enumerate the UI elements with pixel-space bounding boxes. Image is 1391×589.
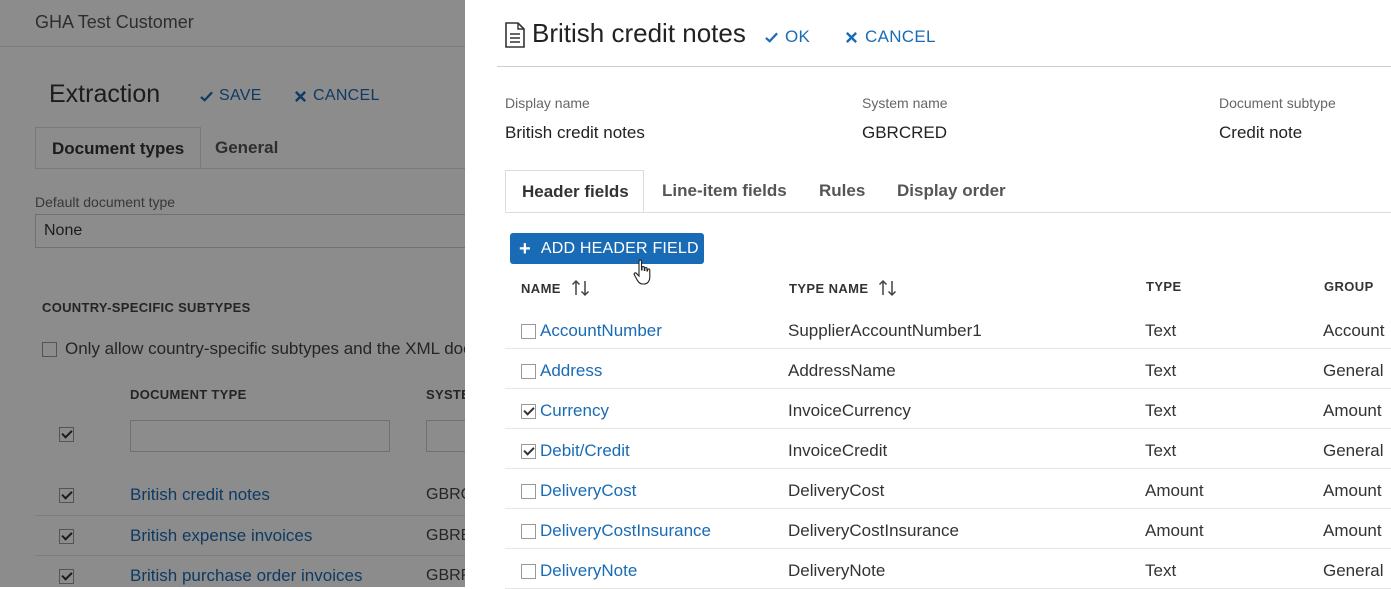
type-cell: Text xyxy=(1145,561,1177,580)
ok-label: OK xyxy=(785,27,811,46)
display-name-value: British credit notes xyxy=(505,123,645,142)
side-panel: British credit notes OK CANCEL Display n… xyxy=(465,0,1391,589)
modal-overlay[interactable] xyxy=(0,0,465,587)
type-cell: Text xyxy=(1145,401,1177,420)
group-cell: General xyxy=(1323,561,1384,580)
type-cell: Text xyxy=(1145,361,1177,380)
field-tabs: Header fields Line-item fields Rules Dis… xyxy=(505,170,1391,213)
add-header-field-label: ADD HEADER FIELD xyxy=(540,239,699,257)
type-name-cell: DeliveryCostInsurance xyxy=(788,521,960,540)
field-name-link[interactable]: Debit/Credit xyxy=(540,441,630,461)
table-row[interactable]: DeliveryCostInsurance DeliveryCostInsuran… xyxy=(505,509,1391,549)
field-name-link[interactable]: Address xyxy=(540,361,602,381)
row-checkbox[interactable] xyxy=(521,444,536,459)
row-checkbox[interactable] xyxy=(521,404,536,419)
column-name-label: NAME xyxy=(521,280,561,296)
column-type-name-label: TYPE NAME xyxy=(789,280,869,296)
tab-display-order[interactable]: Display order xyxy=(881,170,1022,212)
type-cell: Text xyxy=(1145,441,1177,460)
field-name-link[interactable]: Currency xyxy=(540,401,609,421)
group-cell: Account xyxy=(1323,321,1385,340)
sort-icon[interactable] xyxy=(878,279,898,297)
panel-header: British credit notes OK CANCEL xyxy=(497,0,1391,67)
column-type: TYPE xyxy=(1146,279,1182,294)
group-cell: Amount xyxy=(1323,521,1382,540)
type-name-cell: InvoiceCurrency xyxy=(788,401,911,420)
system-name-value: GBRCRED xyxy=(862,123,948,142)
field-name-link[interactable]: AccountNumber xyxy=(540,321,662,341)
group-cell: Amount xyxy=(1323,481,1382,500)
display-name-label: Display name xyxy=(505,95,590,111)
table-row[interactable]: Currency InvoiceCurrency Text Amount xyxy=(505,389,1391,429)
document-icon xyxy=(505,22,525,48)
column-group-label: GROUP xyxy=(1324,279,1374,294)
document-subtype-label: Document subtype xyxy=(1219,95,1336,111)
row-checkbox[interactable] xyxy=(521,524,536,539)
type-cell: Amount xyxy=(1145,481,1204,500)
column-group: GROUP xyxy=(1324,279,1374,294)
table-row[interactable]: Address AddressName Text General xyxy=(505,349,1391,389)
type-name-cell: DeliveryCost xyxy=(788,481,885,500)
type-cell: Amount xyxy=(1145,521,1204,540)
plus-icon: + xyxy=(519,237,531,260)
panel-title: British credit notes xyxy=(532,18,746,48)
field-name-link[interactable]: DeliveryCost xyxy=(540,481,636,501)
type-name-cell: AddressName xyxy=(788,361,896,380)
sort-icon[interactable] xyxy=(571,279,591,297)
table-row[interactable]: DeliveryCost DeliveryCost Amount Amount xyxy=(505,469,1391,509)
field-name-link[interactable]: DeliveryCostInsurance xyxy=(540,521,711,541)
group-cell: Amount xyxy=(1323,401,1382,420)
table-row[interactable]: DeliveryNote DeliveryNote Text General xyxy=(505,549,1391,589)
column-name[interactable]: NAME xyxy=(521,279,591,297)
column-type-label: TYPE xyxy=(1146,279,1182,294)
table-row[interactable]: AccountNumber SupplierAccountNumber1 Text A… xyxy=(505,309,1391,349)
hand-cursor-icon xyxy=(633,259,651,285)
group-cell: General xyxy=(1323,361,1384,380)
type-name-cell: SupplierAccountNumber1 xyxy=(788,321,982,340)
check-icon xyxy=(765,32,778,43)
tab-header-fields[interactable]: Header fields xyxy=(505,170,644,212)
close-icon xyxy=(846,31,857,43)
ok-button[interactable]: OK xyxy=(765,27,810,47)
panel-cancel-button[interactable]: CANCEL xyxy=(845,27,936,47)
table-row[interactable]: Debit/Credit InvoiceCredit Text General xyxy=(505,429,1391,469)
column-type-name[interactable]: TYPE NAME xyxy=(789,279,898,297)
type-cell: Text xyxy=(1145,321,1177,340)
group-cell: General xyxy=(1323,441,1384,460)
row-checkbox[interactable] xyxy=(521,324,536,339)
type-name-cell: DeliveryNote xyxy=(788,561,886,580)
tab-line-item-fields[interactable]: Line-item fields xyxy=(646,170,803,212)
add-header-field-button[interactable]: + ADD HEADER FIELD xyxy=(510,233,704,264)
system-name-label: System name xyxy=(862,95,948,111)
field-name-link[interactable]: DeliveryNote xyxy=(540,561,637,581)
row-checkbox[interactable] xyxy=(521,364,536,379)
document-subtype-value: Credit note xyxy=(1219,123,1303,142)
tab-rules[interactable]: Rules xyxy=(803,170,881,212)
row-checkbox[interactable] xyxy=(521,564,536,579)
panel-cancel-label: CANCEL xyxy=(865,27,936,46)
row-checkbox[interactable] xyxy=(521,484,536,499)
type-name-cell: InvoiceCredit xyxy=(788,441,888,460)
